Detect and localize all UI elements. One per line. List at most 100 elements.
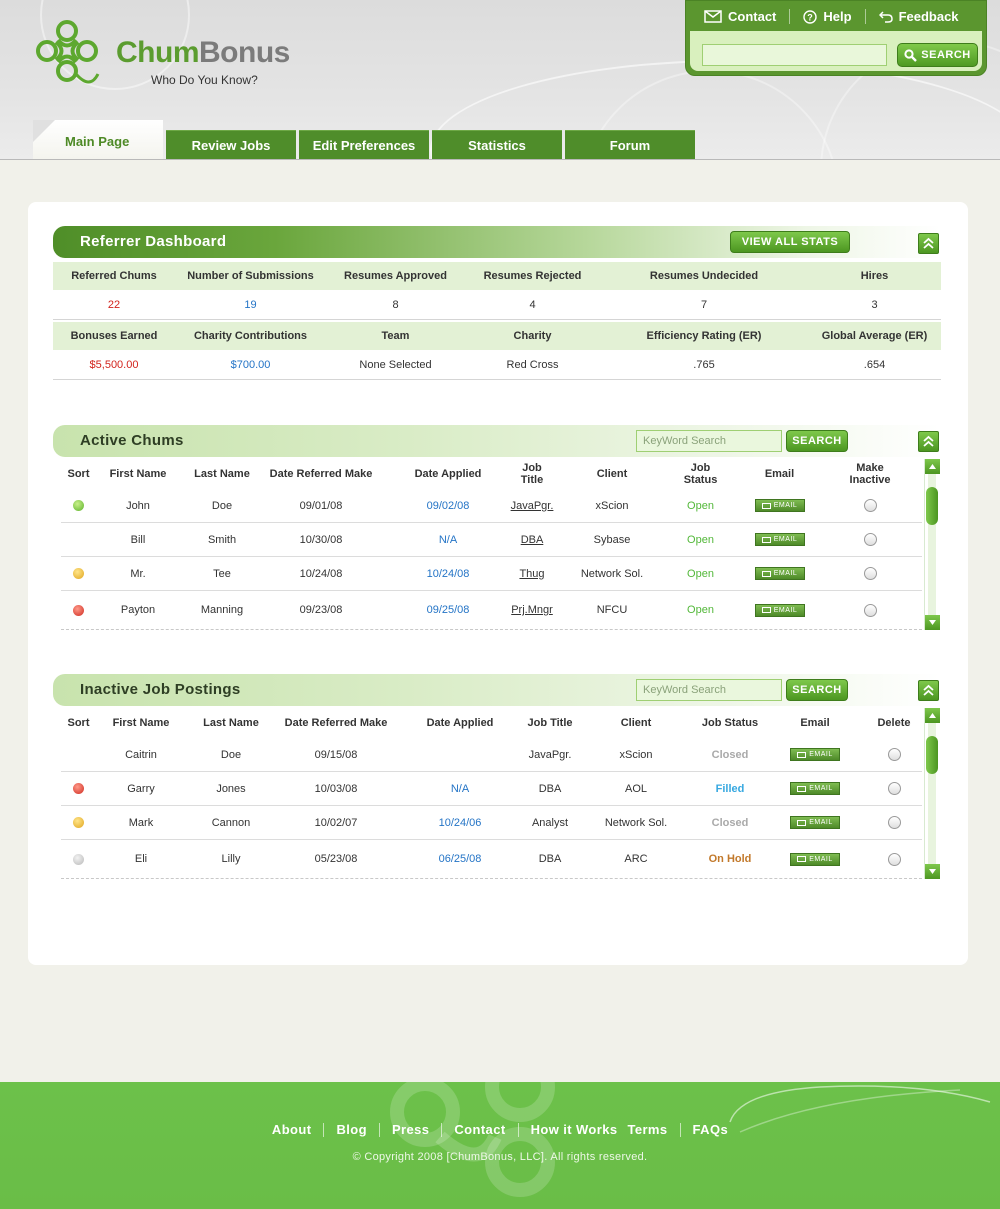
job-title-link[interactable]: DBA [518, 523, 546, 556]
email-button[interactable]: EMAIL [754, 567, 805, 580]
email-button[interactable]: EMAIL [790, 782, 840, 795]
view-all-stats-label: VIEW ALL STATS [741, 236, 839, 248]
tab-edit-preferences[interactable]: Edit Preferences [299, 130, 429, 159]
table-row[interactable]: Mr. Tee 10/24/08 10/24/08 Thug Network S… [61, 557, 922, 591]
job-title-link[interactable]: JavaPgr. [511, 489, 554, 522]
make-inactive-cell [836, 557, 904, 590]
email-button[interactable]: EMAIL [790, 748, 840, 761]
active-chums-search-input[interactable]: KeyWord Search [636, 430, 782, 452]
first-name: Mark [128, 816, 154, 829]
inactive-jobs-collapse-button[interactable] [918, 680, 939, 701]
header-divider [0, 159, 1000, 160]
email-button[interactable]: EMAIL [790, 852, 840, 866]
email-button[interactable]: EMAIL [754, 603, 805, 617]
inactive-jobs-search-label: SEARCH [792, 684, 842, 696]
column-header[interactable]: Sort [61, 459, 96, 489]
first-name: Mr. [130, 567, 146, 580]
scroll-down-button[interactable] [925, 864, 940, 879]
dashboard-header: Referrer Dashboard VIEW ALL STATS [53, 226, 940, 258]
referred-chums-value[interactable]: 22 [53, 290, 175, 319]
date-applied[interactable]: N/A [378, 523, 518, 556]
tab-review-jobs[interactable]: Review Jobs [166, 130, 296, 159]
make-inactive-radio[interactable] [863, 533, 877, 546]
dashboard-collapse-button[interactable] [918, 233, 939, 254]
tab-forum[interactable]: Forum [565, 130, 695, 159]
delete-radio[interactable] [887, 816, 901, 829]
submissions-value[interactable]: 19 [175, 290, 326, 319]
charity-contributions-value[interactable]: $700.00 [175, 350, 326, 379]
email-button[interactable]: EMAIL [754, 499, 805, 512]
stat-header: Global Average (ER) [821, 330, 928, 342]
footer-link-blog[interactable]: Blog [324, 1122, 378, 1137]
date-applied[interactable] [396, 738, 524, 771]
last-name: Smith [207, 533, 237, 546]
table-row[interactable]: John Doe 09/01/08 09/02/08 JavaPgr. xSci… [61, 489, 922, 523]
active-chums-scrollbar[interactable] [924, 459, 940, 630]
email-cell: EMAIL [764, 772, 866, 805]
column-header: Date Referred Make [269, 468, 373, 480]
table-row[interactable]: Bill Smith 10/30/08 N/A DBA Sybase Open … [61, 523, 922, 557]
inactive-jobs-scrollbar[interactable] [924, 708, 940, 879]
job-status: Filled [715, 782, 745, 795]
site-search-button[interactable]: SEARCH [897, 43, 978, 67]
table-row[interactable]: Caitrin Doe 09/15/08 JavaPgr. xScion Clo… [61, 738, 922, 772]
footer-link-about[interactable]: About [260, 1122, 324, 1137]
delete-radio[interactable] [887, 748, 901, 761]
active-chums-search-button[interactable]: SEARCH [786, 430, 848, 452]
make-inactive-radio[interactable] [863, 603, 877, 617]
make-inactive-radio[interactable] [863, 567, 877, 580]
delete-radio[interactable] [887, 782, 901, 795]
scroll-up-button[interactable] [925, 459, 940, 474]
column-header: Job Status [701, 717, 759, 729]
inactive-jobs-search-button[interactable]: SEARCH [786, 679, 848, 701]
date-applied[interactable]: N/A [396, 772, 524, 805]
scroll-thumb[interactable] [926, 487, 938, 525]
scroll-up-button[interactable] [925, 708, 940, 723]
feedback-link[interactable]: Feedback [878, 9, 959, 24]
contact-link[interactable]: Contact [704, 9, 776, 24]
make-inactive-cell [836, 523, 904, 556]
bonuses-earned-value[interactable]: $5,500.00 [53, 350, 175, 379]
tab-main-page[interactable]: Main Page [33, 120, 163, 159]
delete-radio[interactable] [887, 852, 901, 866]
date-applied[interactable]: 09/25/08 [378, 591, 518, 629]
active-chums-collapse-button[interactable] [918, 431, 939, 452]
date-applied[interactable]: 06/25/08 [396, 840, 524, 878]
table-row[interactable]: Payton Manning 09/23/08 09/25/08 Prj.Mng… [61, 591, 922, 630]
logo[interactable]: ChumBonus Who Do You Know? [34, 18, 314, 94]
help-link[interactable]: ? Help [803, 9, 852, 24]
footer-link-how-it-works[interactable]: How it Works [519, 1122, 622, 1137]
scroll-down-button[interactable] [925, 615, 940, 630]
make-inactive-cell [836, 489, 904, 522]
table-row[interactable]: Eli Lilly 05/23/08 06/25/08 DBA ARC On H… [61, 840, 922, 879]
last-name: Lilly [221, 853, 241, 865]
job-title-link[interactable]: Prj.Mngr [511, 591, 553, 629]
job-title-link[interactable]: Thug [518, 557, 546, 590]
date-applied[interactable]: 10/24/08 [378, 557, 518, 590]
column-header[interactable]: Sort [61, 708, 96, 738]
footer-link-contact[interactable]: Contact [442, 1122, 517, 1137]
footer-link-terms[interactable]: Terms [621, 1122, 679, 1137]
date-applied[interactable]: 09/02/08 [378, 489, 518, 522]
footer-link-press[interactable]: Press [380, 1122, 441, 1137]
email-button-label: EMAIL [773, 536, 798, 543]
footer-link-faqs[interactable]: FAQs [681, 1122, 741, 1137]
email-cell: EMAIL [764, 738, 866, 771]
tab-forum-label: Forum [609, 137, 651, 153]
email-button[interactable]: EMAIL [754, 533, 805, 546]
email-button[interactable]: EMAIL [790, 816, 840, 829]
inactive-jobs-search-input[interactable]: KeyWord Search [636, 679, 782, 701]
efficiency-rating-value: .765 [693, 358, 715, 371]
last-name: Doe [211, 499, 233, 512]
make-inactive-radio[interactable] [863, 499, 877, 512]
site-search-input[interactable] [702, 44, 887, 66]
scroll-thumb[interactable] [926, 736, 938, 774]
date-referred: 10/30/08 [299, 533, 343, 546]
view-all-stats-button[interactable]: VIEW ALL STATS [730, 231, 850, 253]
table-row[interactable]: Mark Cannon 10/02/07 10/24/06 Analyst Ne… [61, 806, 922, 840]
footer-links: About Blog Press Contact How it Works Te… [0, 1122, 1000, 1137]
tab-statistics[interactable]: Statistics [432, 130, 562, 159]
email-button-label: EMAIL [809, 855, 833, 863]
table-row[interactable]: Garry Jones 10/03/08 N/A DBA AOL Filled … [61, 772, 922, 806]
date-applied[interactable]: 10/24/06 [396, 806, 524, 839]
